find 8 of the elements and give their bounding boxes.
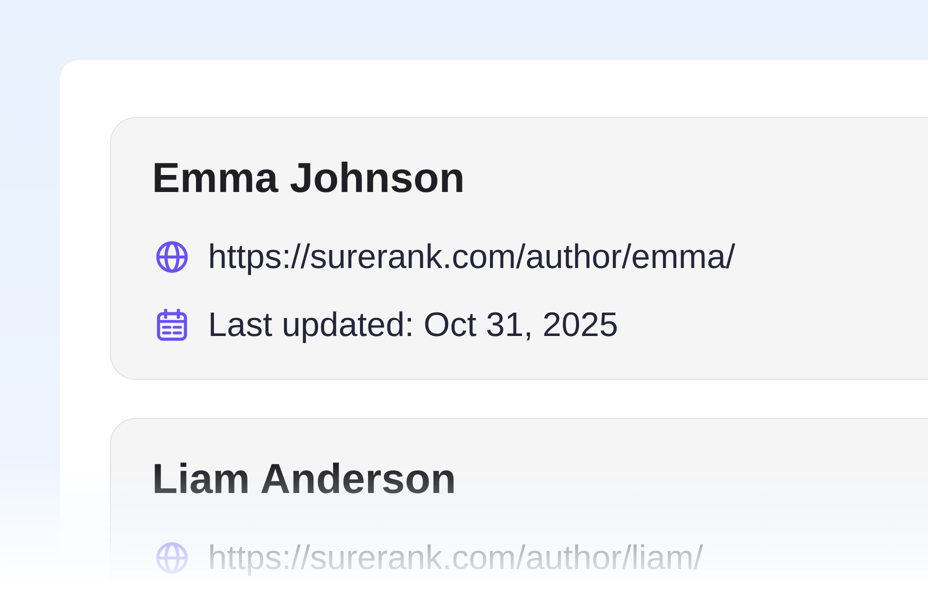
- calendar-icon: [155, 308, 189, 342]
- author-url: https://surerank.com/author/emma/: [208, 237, 736, 278]
- globe-icon: [155, 541, 189, 575]
- author-url: https://surerank.com/author/liam/: [208, 538, 704, 579]
- last-updated-text: Last updated: Oct 31, 2025: [208, 305, 618, 346]
- author-name: Emma Johnson: [152, 153, 465, 203]
- author-name: Liam Anderson: [152, 454, 456, 504]
- globe-icon: [155, 240, 189, 274]
